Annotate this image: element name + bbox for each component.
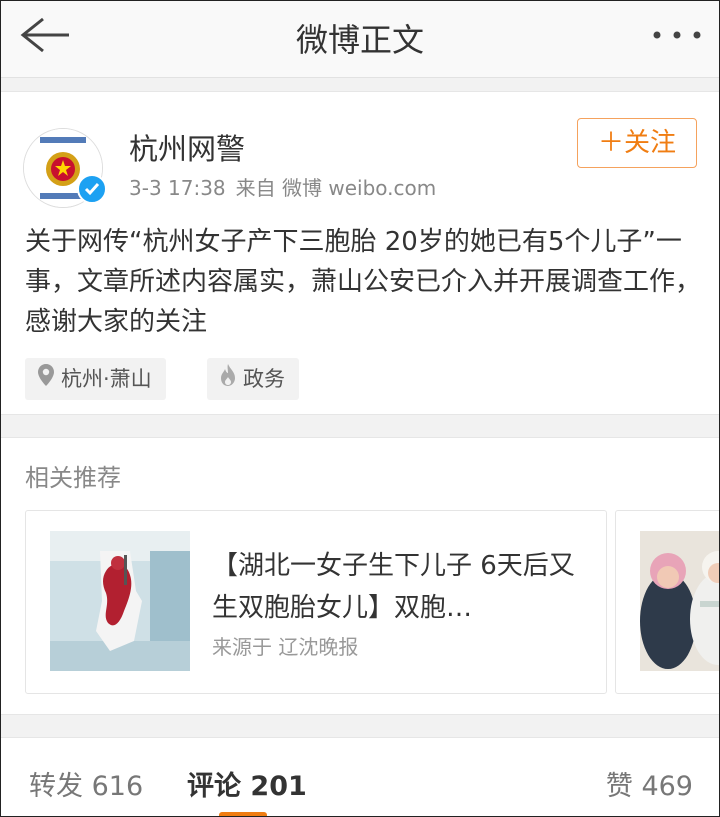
tab-comments[interactable]: 评论 201 <box>187 764 307 803</box>
comments-count: 201 <box>250 771 307 802</box>
related-title: 相关推荐 <box>25 464 121 492</box>
location-tag[interactable]: 杭州·萧山 <box>25 358 166 400</box>
related-section: 相关推荐 【湖北一女子生下儿子 6天后又生双胞胎女儿】双胞… 来源于 辽沈晚报 <box>1 437 719 715</box>
location-icon <box>37 359 55 401</box>
likes-label: 赞 <box>605 771 633 802</box>
topic-tag[interactable]: 政务 <box>207 358 299 400</box>
post-meta: 3-3 17:38 来自 微博 weibo.com <box>129 172 446 201</box>
verified-badge-icon <box>77 174 107 204</box>
post-time: 3-3 17:38 <box>129 176 226 200</box>
page-title: 微博正文 <box>295 21 424 59</box>
more-options-icon[interactable] <box>651 21 703 49</box>
tab-reposts[interactable]: 转发 616 <box>29 764 143 803</box>
article-title: 【湖北一女子生下儿子 6天后又生双胞胎女儿】双胞… <box>212 551 575 623</box>
location-tag-label: 杭州·萧山 <box>61 367 152 391</box>
top-bar: 微博正文 <box>1 1 719 78</box>
article-source: 来源于 辽沈晚报 <box>212 635 359 659</box>
flame-icon <box>219 359 237 401</box>
comments-label: 评论 <box>187 771 241 802</box>
post-source: 来自 微博 weibo.com <box>235 176 437 200</box>
weibo-post: 杭州网警 3-3 17:38 来自 微博 weibo.com ＋关注 关于网传“杭… <box>1 91 719 415</box>
reposts-count: 616 <box>91 771 144 802</box>
reposts-label: 转发 <box>29 771 83 802</box>
post-content: 关于网传“杭州女子产下三胞胎 20岁的她已有5个儿子”一事，文章所述内容属实，萧… <box>25 227 702 337</box>
related-card[interactable] <box>615 510 719 694</box>
follow-label: 关注 <box>624 128 677 158</box>
tab-likes[interactable]: 赞 469 <box>606 764 693 803</box>
plus-icon: ＋ <box>597 128 624 158</box>
likes-count: 469 <box>641 771 693 802</box>
article-thumbnail <box>50 531 190 671</box>
interaction-tabs: 转发 616 评论 201 赞 469 <box>1 737 719 816</box>
follow-button[interactable]: ＋关注 <box>577 118 697 168</box>
article-thumbnail <box>640 531 719 671</box>
related-card[interactable]: 【湖北一女子生下儿子 6天后又生双胞胎女儿】双胞… 来源于 辽沈晚报 <box>25 510 607 694</box>
screen: 微博正文 杭州网警 3-3 17:38 来自 微博 weibo.com ＋关注 … <box>0 0 720 817</box>
topic-tag-label: 政务 <box>243 367 285 391</box>
active-tab-indicator <box>219 812 267 816</box>
username[interactable]: 杭州网警 <box>129 126 245 168</box>
